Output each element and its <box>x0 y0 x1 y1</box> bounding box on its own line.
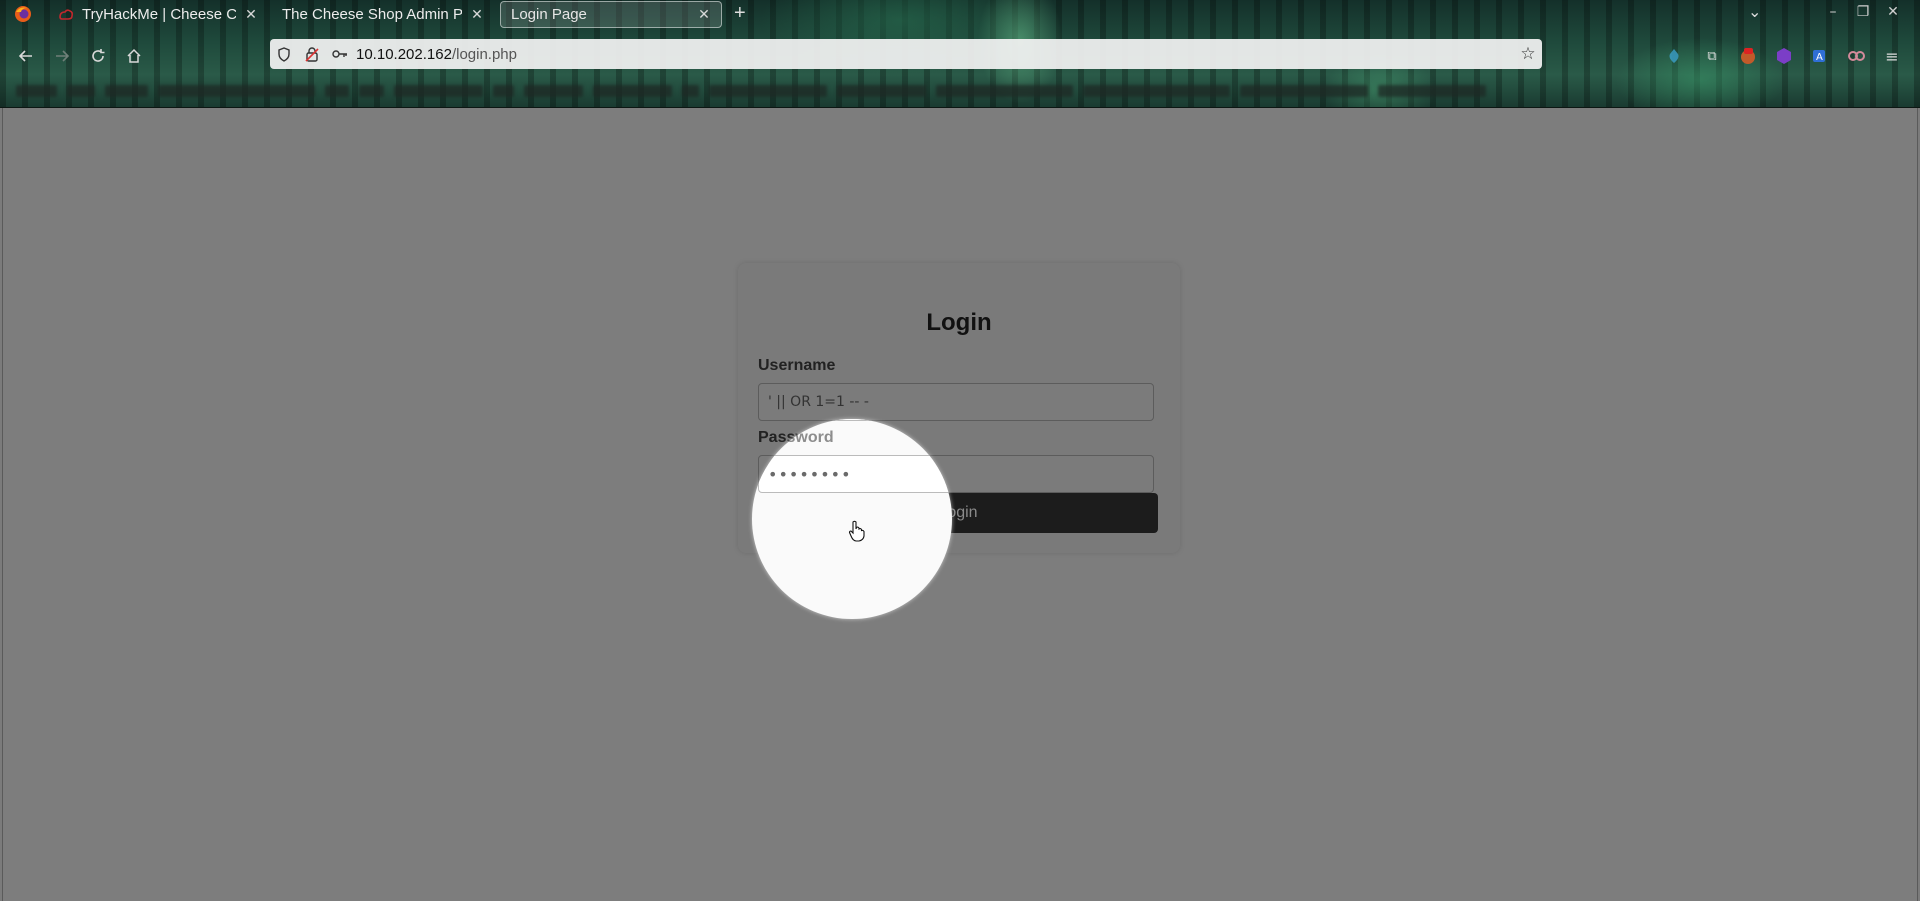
app-menu-icon[interactable]: ≡ <box>1882 46 1902 66</box>
list-all-tabs-icon[interactable]: ⌄ <box>1748 2 1761 21</box>
tab-bar: TryHackMe | Cheese CTF ✕ The Cheese Shop… <box>0 0 1920 28</box>
forward-button[interactable] <box>48 42 76 70</box>
svg-text:A: A <box>1816 52 1823 63</box>
address-bar[interactable]: 10.10.202.162/login.php ☆ <box>270 39 1542 69</box>
tab-login-page[interactable]: Login Page ✕ <box>500 1 722 28</box>
back-button[interactable] <box>12 42 40 70</box>
reload-button[interactable] <box>84 42 112 70</box>
tab-label: TryHackMe | Cheese CTF <box>82 6 236 23</box>
password-label-highlighted: Password <box>758 429 834 446</box>
extension-icon-5[interactable]: A <box>1810 46 1830 66</box>
tab-tryhackme[interactable]: TryHackMe | Cheese CTF ✕ <box>48 1 268 28</box>
browser-chrome: TryHackMe | Cheese CTF ✕ The Cheese Shop… <box>0 0 1920 108</box>
username-label: Username <box>758 357 836 374</box>
extension-icon-1[interactable] <box>1664 46 1684 66</box>
username-input[interactable]: ' || OR 1=1 -- - <box>758 383 1154 421</box>
minimize-window-icon[interactable]: – <box>1822 4 1844 20</box>
url-host: 10.10.202.162 <box>356 45 452 63</box>
close-tab-icon[interactable]: ✕ <box>244 6 258 23</box>
tab-label: The Cheese Shop Admin Pan <box>282 6 462 23</box>
tryhackme-favicon-icon <box>59 8 74 20</box>
new-tab-button[interactable]: + <box>734 2 746 25</box>
extension-icon-3[interactable] <box>1738 46 1758 66</box>
home-button[interactable] <box>120 42 148 70</box>
url-path: /login.php <box>451 45 517 63</box>
insecure-lock-icon[interactable] <box>298 46 326 62</box>
extension-icon-2[interactable]: ⧉ <box>1702 46 1722 66</box>
close-tab-icon[interactable]: ✕ <box>470 6 484 23</box>
username-input-highlighted[interactable]: ' || OR 1=1 -- - <box>758 419 952 421</box>
username-value: ' || OR 1=1 -- - <box>768 394 869 410</box>
password-input-highlighted[interactable]: •••••••• <box>758 455 952 493</box>
password-value-highlighted: •••••••• <box>768 464 852 484</box>
tab-label: Login Page <box>511 6 587 23</box>
key-permissions-icon[interactable] <box>326 48 354 60</box>
firefox-logo-icon[interactable] <box>14 5 32 23</box>
close-tab-icon[interactable]: ✕ <box>697 6 711 23</box>
login-title: Login <box>926 309 992 336</box>
extension-icon-6[interactable] <box>1846 46 1866 66</box>
restore-window-icon[interactable]: ❐ <box>1852 4 1874 20</box>
tracking-protection-shield-icon[interactable] <box>270 46 298 62</box>
close-window-icon[interactable]: ✕ <box>1882 4 1904 20</box>
cursor-spotlight: Username ' || OR 1=1 -- - Password •••••… <box>752 419 952 619</box>
navigation-toolbar: 10.10.202.162/login.php ☆ ⧉ A ≡ <box>0 36 1920 76</box>
bookmark-star-icon[interactable]: ☆ <box>1514 44 1542 64</box>
hand-pointer-cursor-icon <box>848 520 865 542</box>
tab-cheese-shop-admin[interactable]: The Cheese Shop Admin Pan ✕ <box>272 1 494 28</box>
extension-icon-4[interactable] <box>1774 46 1794 66</box>
bookmarks-toolbar-blurred <box>16 82 1486 100</box>
